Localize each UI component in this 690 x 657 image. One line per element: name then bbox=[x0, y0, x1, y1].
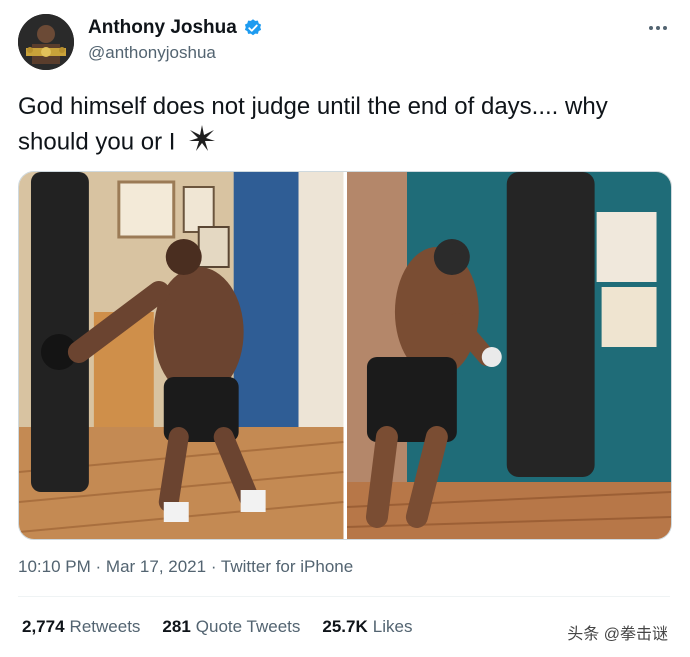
likes-stat[interactable]: 25.7K Likes bbox=[322, 617, 412, 637]
avatar[interactable] bbox=[18, 14, 74, 70]
retweets-count: 2,774 bbox=[22, 617, 65, 636]
likes-label: Likes bbox=[372, 617, 413, 636]
photo-left[interactable] bbox=[19, 172, 344, 539]
author-row: Anthony Joshua bbox=[88, 17, 263, 39]
divider bbox=[18, 596, 670, 597]
retweets-stat[interactable]: 2,774 Retweets bbox=[22, 617, 140, 637]
tweet-text-line-1: God himself does not judge until the end… bbox=[18, 93, 608, 120]
quote-tweets-count: 281 bbox=[162, 617, 191, 636]
more-options-icon[interactable] bbox=[648, 14, 668, 37]
sparkle-icon bbox=[188, 124, 216, 162]
tweet-text: God himself does not judge until the end… bbox=[18, 90, 668, 162]
author-handle[interactable]: @anthonyjoshua bbox=[88, 43, 216, 63]
media-gallery[interactable] bbox=[18, 171, 672, 540]
author-name[interactable]: Anthony Joshua bbox=[88, 17, 237, 39]
retweets-label: Retweets bbox=[69, 617, 141, 636]
tweet-date[interactable]: Mar 17, 2021 bbox=[106, 557, 206, 576]
tweet-card: Anthony Joshua @anthonyjoshua God himsel… bbox=[0, 0, 690, 657]
engagement-stats: 2,774 Retweets 281 Quote Tweets 25.7K Li… bbox=[22, 617, 412, 637]
meta-separator: · bbox=[210, 557, 217, 576]
quote-tweets-stat[interactable]: 281 Quote Tweets bbox=[162, 617, 300, 637]
quote-tweets-label: Quote Tweets bbox=[195, 617, 301, 636]
tweet-meta: 10:10 PM · Mar 17, 2021 · Twitter for iP… bbox=[18, 557, 353, 577]
tweet-text-line-2: should you or I bbox=[18, 128, 176, 156]
tweet-time[interactable]: 10:10 PM bbox=[18, 557, 91, 576]
meta-separator: · bbox=[95, 557, 102, 576]
likes-count: 25.7K bbox=[322, 617, 368, 636]
verified-badge-icon bbox=[243, 18, 263, 38]
photo-right[interactable] bbox=[346, 172, 671, 539]
watermark: 头条 @拳击谜 bbox=[567, 626, 668, 643]
tweet-source[interactable]: Twitter for iPhone bbox=[221, 557, 353, 576]
